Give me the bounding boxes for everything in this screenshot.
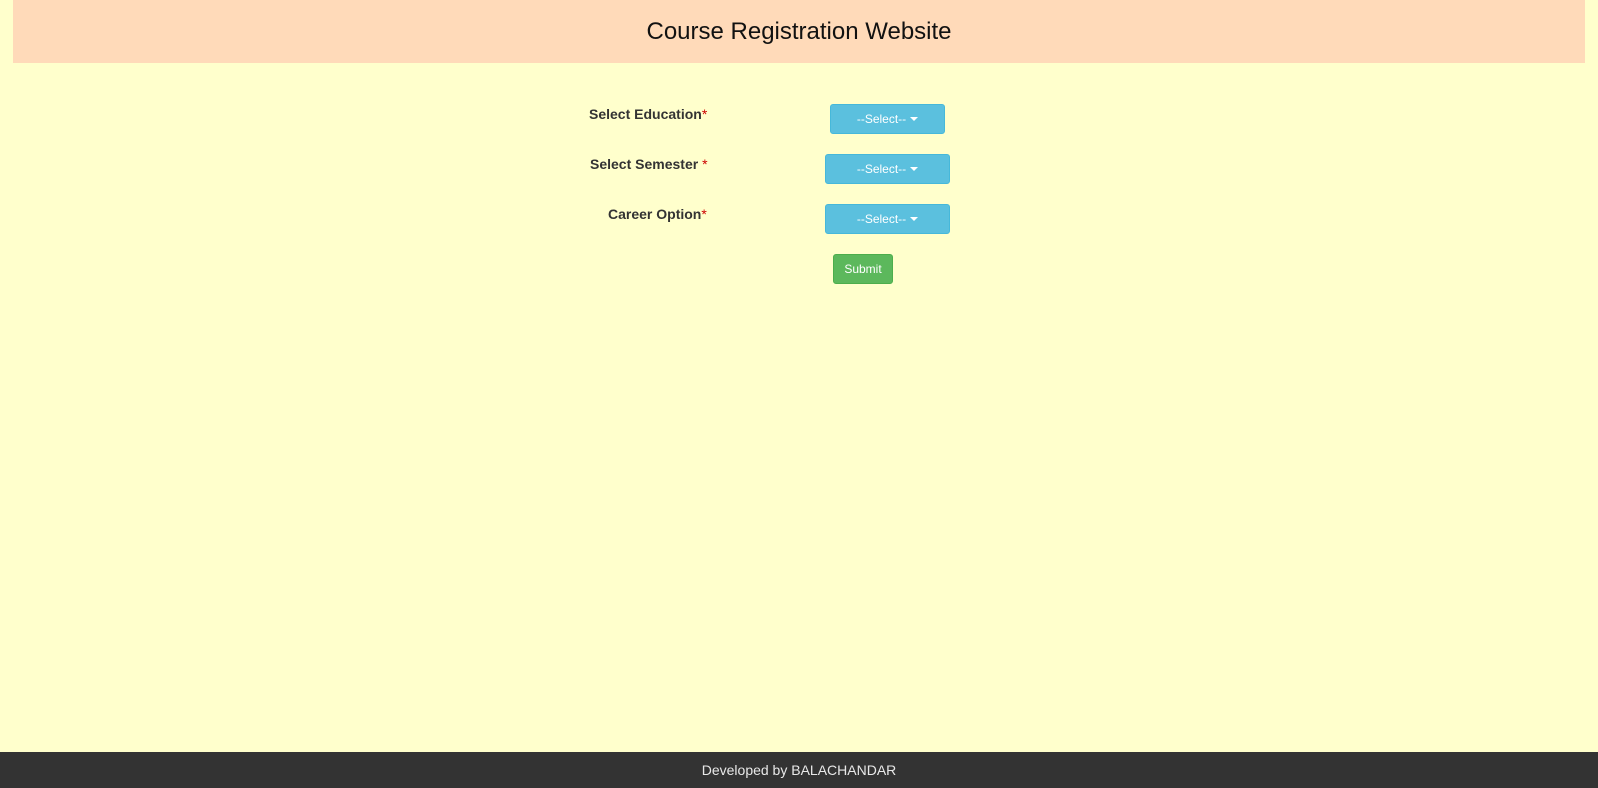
page-header: Course Registration Website xyxy=(13,0,1585,63)
caret-down-icon xyxy=(910,117,919,121)
education-label: Select Education* xyxy=(589,106,707,122)
page-title: Course Registration Website xyxy=(646,17,952,45)
education-select-label: --Select-- xyxy=(856,112,907,126)
career-select-label: --Select-- xyxy=(856,212,907,226)
caret-down-icon xyxy=(910,217,919,221)
semester-select-button[interactable]: --Select-- xyxy=(825,154,950,184)
submit-button[interactable]: Submit xyxy=(833,254,893,284)
education-label-text: Select Education xyxy=(589,106,702,122)
semester-label: Select Semester * xyxy=(590,156,708,172)
caret-down-icon xyxy=(910,167,919,171)
semester-required-mark: * xyxy=(702,156,708,172)
semester-select-label: --Select-- xyxy=(856,162,907,176)
career-select-button[interactable]: --Select-- xyxy=(825,204,950,234)
career-label: Career Option* xyxy=(608,206,707,222)
education-select-button[interactable]: --Select-- xyxy=(830,104,945,134)
career-label-text: Career Option xyxy=(608,206,702,222)
education-required-mark: * xyxy=(701,106,708,122)
footer-text: Developed by BALACHANDAR xyxy=(701,762,897,778)
semester-label-text: Select Semester xyxy=(590,156,703,172)
career-required-mark: * xyxy=(701,206,707,222)
page-footer: Developed by BALACHANDAR xyxy=(0,752,1598,788)
